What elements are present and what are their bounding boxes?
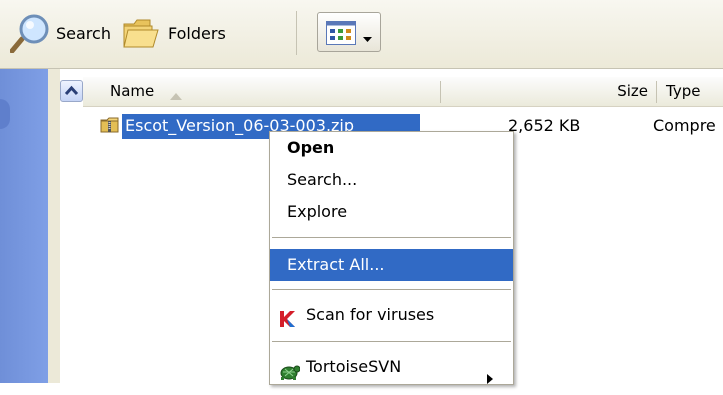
column-divider[interactable] [440, 81, 441, 103]
menu-item-tortoisesvn[interactable]: TortoiseSVN [270, 351, 513, 384]
tortoisesvn-icon [278, 359, 301, 391]
file-size: 2,652 KB [508, 116, 581, 135]
column-size-header[interactable]: Size [523, 77, 648, 106]
menu-item-open[interactable]: Open [270, 132, 513, 164]
column-divider[interactable] [656, 81, 657, 103]
search-button[interactable]: Search [9, 13, 111, 54]
column-type-label: Type [666, 82, 701, 100]
column-name-label: Name [110, 82, 155, 100]
zip-folder-icon [100, 116, 120, 138]
folders-button[interactable]: Folders [122, 13, 226, 53]
folder-icon [122, 16, 160, 50]
menu-item-label: Scan for viruses [306, 305, 435, 324]
column-name-header[interactable]: Name [110, 77, 440, 106]
menu-item-label: Open [287, 138, 335, 157]
column-header: Name Size Type [83, 77, 723, 107]
submenu-arrow-icon [487, 363, 493, 395]
explorer-task-pane [0, 69, 48, 383]
pane-strip [48, 69, 60, 383]
search-icon [9, 13, 56, 54]
menu-item-label: TortoiseSVN [306, 357, 402, 376]
views-button[interactable] [317, 12, 381, 52]
column-size-label: Size [617, 82, 648, 100]
column-type-header[interactable]: Type [658, 77, 723, 106]
toolbar: Search Folders [0, 0, 723, 69]
menu-item-scan-for-viruses[interactable]: Scan for viruses [270, 299, 513, 331]
menu-item-label: Search... [287, 170, 358, 189]
sort-ascending-icon [170, 86, 182, 104]
search-label: Search [56, 23, 111, 43]
file-type: Compre [653, 116, 716, 135]
toolbar-separator [296, 11, 297, 55]
views-icon [326, 21, 356, 49]
scroll-up-button[interactable] [60, 80, 83, 102]
chevron-up-icon [64, 85, 79, 96]
menu-separator [272, 237, 511, 238]
menu-separator [272, 289, 511, 290]
menu-item-extract-all[interactable]: Extract All... [270, 249, 513, 281]
menu-item-explore[interactable]: Explore [270, 196, 513, 228]
menu-item-label: Explore [287, 202, 348, 221]
kaspersky-icon [278, 307, 296, 339]
menu-item-label: Extract All... [287, 255, 385, 274]
folders-label: Folders [168, 23, 226, 43]
menu-separator [272, 341, 511, 342]
dropdown-arrow-icon [363, 29, 372, 47]
context-menu: Open Search... Explore Extract All... Sc… [269, 131, 514, 385]
menu-item-search[interactable]: Search... [270, 164, 513, 196]
